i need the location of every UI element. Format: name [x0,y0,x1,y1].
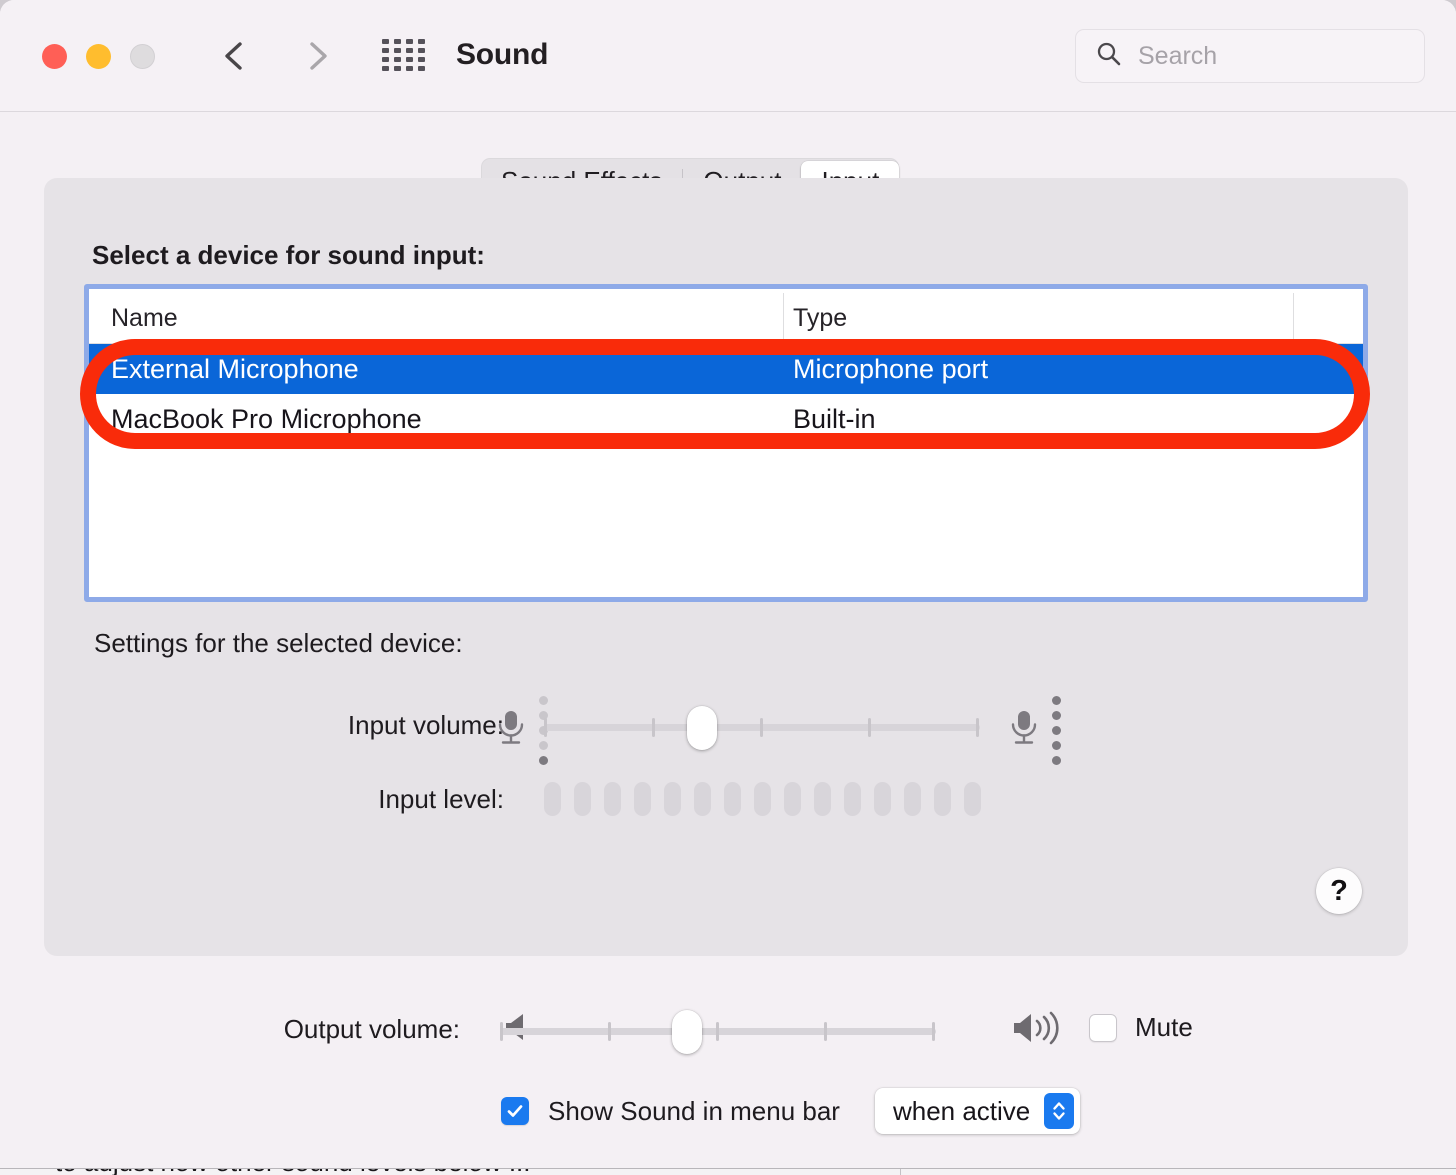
slider-thumb[interactable] [687,706,717,750]
show-sound-in-menu-bar-checkbox[interactable] [501,1097,529,1125]
column-divider[interactable] [1293,293,1294,339]
show-in-menu-bar-group: Show Sound in menu bar when active [501,1088,1080,1134]
microphone-high-icon [1007,696,1065,758]
input-level-label: Input level: [244,784,504,815]
device-type: Built-in [793,404,876,435]
device-type: Microphone port [793,354,988,385]
mute-checkbox[interactable] [1089,1014,1117,1042]
slider-tick [760,718,763,737]
input-device-table[interactable]: Name Type External Microphone Microphone… [84,284,1368,602]
speaker-loud-icon [1010,1008,1072,1053]
search-input[interactable] [1138,42,1388,71]
back-button[interactable] [212,33,258,79]
input-settings-panel: Select a device for sound input: Name Ty… [44,178,1408,956]
below-window-text: to adjust how other sound levels below .… [55,1168,531,1175]
popup-selected-value: when active [893,1096,1030,1127]
help-button[interactable]: ? [1316,868,1362,914]
show-all-preferences-grid-icon[interactable] [382,39,426,73]
input-level-meter [544,782,981,816]
minimize-window-button[interactable] [86,44,111,69]
output-volume-label: Output volume: [160,1014,460,1045]
search-field[interactable] [1075,29,1425,83]
page-title: Sound [456,38,548,72]
slider-thumb[interactable] [672,1010,702,1054]
show-sound-in-menu-bar-label: Show Sound in menu bar [548,1096,840,1127]
slider-tick [500,1022,503,1041]
device-name: MacBook Pro Microphone [111,404,422,435]
table-row[interactable]: External Microphone Microphone port [89,344,1363,394]
slider-tick [608,1022,611,1041]
below-window-divider [900,1169,901,1175]
output-volume-slider[interactable] [500,1008,936,1054]
column-divider[interactable] [783,293,784,339]
device-name: External Microphone [111,354,359,385]
table-header-row: Name Type [89,289,1363,344]
chevron-up-down-icon[interactable] [1044,1093,1074,1129]
input-volume-slider[interactable] [544,704,980,750]
search-icon [1095,40,1122,72]
slider-tick [932,1022,935,1041]
close-window-button[interactable] [42,44,67,69]
column-header-type[interactable]: Type [793,304,847,333]
slider-tick [976,718,979,737]
input-volume-label: Input volume: [244,710,504,741]
settings-label: Settings for the selected device: [94,628,463,659]
level-dots [1052,696,1061,765]
menu-bar-visibility-popup[interactable]: when active [875,1088,1080,1134]
column-header-name[interactable]: Name [111,304,178,333]
slider-tick [868,718,871,737]
slider-tick [652,718,655,737]
forward-button[interactable] [294,33,340,79]
slider-tick [824,1022,827,1041]
mute-checkbox-group[interactable]: Mute [1089,1012,1193,1043]
slider-tick [716,1022,719,1041]
sound-preferences-window: Sound Sound Effects Output Input Select … [0,0,1456,1168]
content-below-window: to adjust how other sound levels below .… [0,1168,1456,1175]
mute-label: Mute [1135,1012,1193,1043]
window-titlebar: Sound [0,0,1456,112]
table-row[interactable]: MacBook Pro Microphone Built-in [89,394,1363,444]
slider-tick [544,718,547,737]
maximize-window-button[interactable] [130,44,155,69]
device-list-label: Select a device for sound input: [92,240,485,271]
